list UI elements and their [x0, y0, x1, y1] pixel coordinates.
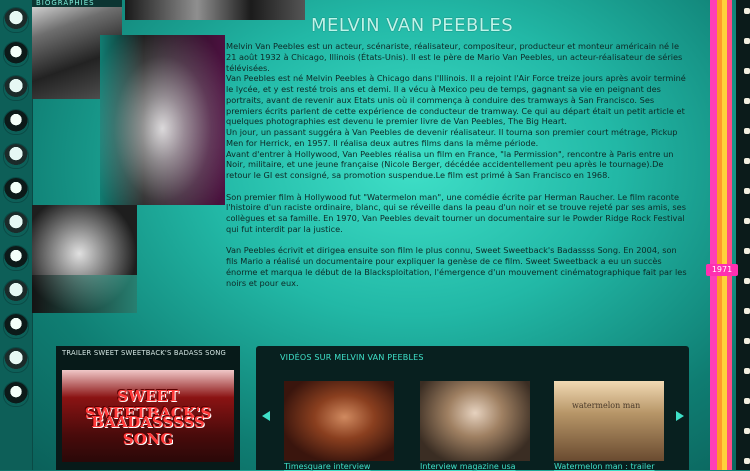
- portrait-photo-main: [100, 35, 225, 205]
- film-hole: [744, 398, 750, 404]
- portrait-thumb[interactable]: [4, 144, 28, 168]
- film-hole: [744, 248, 750, 254]
- portrait-thumb[interactable]: [4, 246, 28, 270]
- portrait-thumb[interactable]: [4, 280, 28, 304]
- film-hole: [744, 278, 750, 284]
- carousel-next-icon[interactable]: [676, 411, 684, 421]
- trailer-video[interactable]: SWEET SWEETBACK'S BAADASSSSS SONG: [62, 370, 234, 462]
- film-hole: [744, 8, 750, 14]
- portrait-thumb[interactable]: [4, 178, 28, 202]
- portrait-thumb[interactable]: [4, 382, 28, 406]
- portrait-thumb[interactable]: [4, 110, 28, 134]
- film-hole: [744, 38, 750, 44]
- film-hole: [744, 458, 750, 464]
- biography-text: Melvin Van Peebles est un acteur, scénar…: [226, 41, 691, 288]
- timeline-band: [710, 0, 717, 470]
- film-hole: [744, 308, 750, 314]
- trailer-video-title: BAADASSSSS SONG: [91, 413, 205, 448]
- bio-paragraph: Van Peebles écrivit et dirigea ensuite s…: [226, 245, 687, 288]
- portrait-thumb[interactable]: [4, 8, 28, 32]
- videos-label: VIDÉOS SUR MELVIN VAN PEEBLES: [280, 353, 424, 362]
- bio-paragraph: Avant d'entrer à Hollywood, Van Peebles …: [226, 148, 674, 181]
- portrait-thumb[interactable]: [4, 42, 28, 66]
- portrait-thumb[interactable]: [4, 348, 28, 372]
- trailer-label: TRAILER SWEET SWEETBACK'S BADASS SONG: [62, 349, 226, 357]
- trailer-panel: TRAILER SWEET SWEETBACK'S BADASS SONG SW…: [56, 346, 240, 470]
- timeline-bar[interactable]: [710, 0, 750, 470]
- header-photo-strip: [125, 0, 305, 20]
- film-hole: [744, 68, 750, 74]
- film-hole: [744, 188, 750, 194]
- section-tag: BIOGRAPHIES: [32, 0, 122, 7]
- bio-paragraph: Van Peebles est né Melvin Peebles à Chic…: [226, 73, 686, 127]
- film-hole: [744, 98, 750, 104]
- timeline-year-marker[interactable]: 1971: [706, 264, 738, 276]
- portrait-photo-bottom: [32, 205, 137, 313]
- timeline-band: [727, 0, 732, 470]
- portrait-filmstrip[interactable]: [0, 0, 33, 470]
- portrait-thumb[interactable]: [4, 76, 28, 100]
- film-hole: [744, 158, 750, 164]
- film-hole: [744, 428, 750, 434]
- portrait-thumb[interactable]: [4, 212, 28, 236]
- film-perforation-strip: [736, 0, 750, 470]
- carousel-prev-icon[interactable]: [262, 411, 270, 421]
- video-thumbnail[interactable]: watermelon man: [554, 381, 664, 461]
- film-hole: [744, 338, 750, 344]
- film-hole: [744, 218, 750, 224]
- video-thumbnail-text: watermelon man: [572, 401, 641, 410]
- bio-paragraph: Un jour, un passant suggéra à Van Peeble…: [226, 127, 678, 148]
- video-thumbnail[interactable]: [284, 381, 394, 461]
- film-hole: [744, 128, 750, 134]
- page-title: MELVIN VAN PEEBLES: [311, 15, 514, 37]
- portrait-thumb[interactable]: [4, 314, 28, 338]
- film-hole: [744, 368, 750, 374]
- bio-paragraph: Melvin Van Peebles est un acteur, scénar…: [226, 41, 683, 73]
- video-thumbnail[interactable]: [420, 381, 530, 461]
- bio-paragraph: Son premier film à Hollywood fut "Waterm…: [226, 191, 686, 234]
